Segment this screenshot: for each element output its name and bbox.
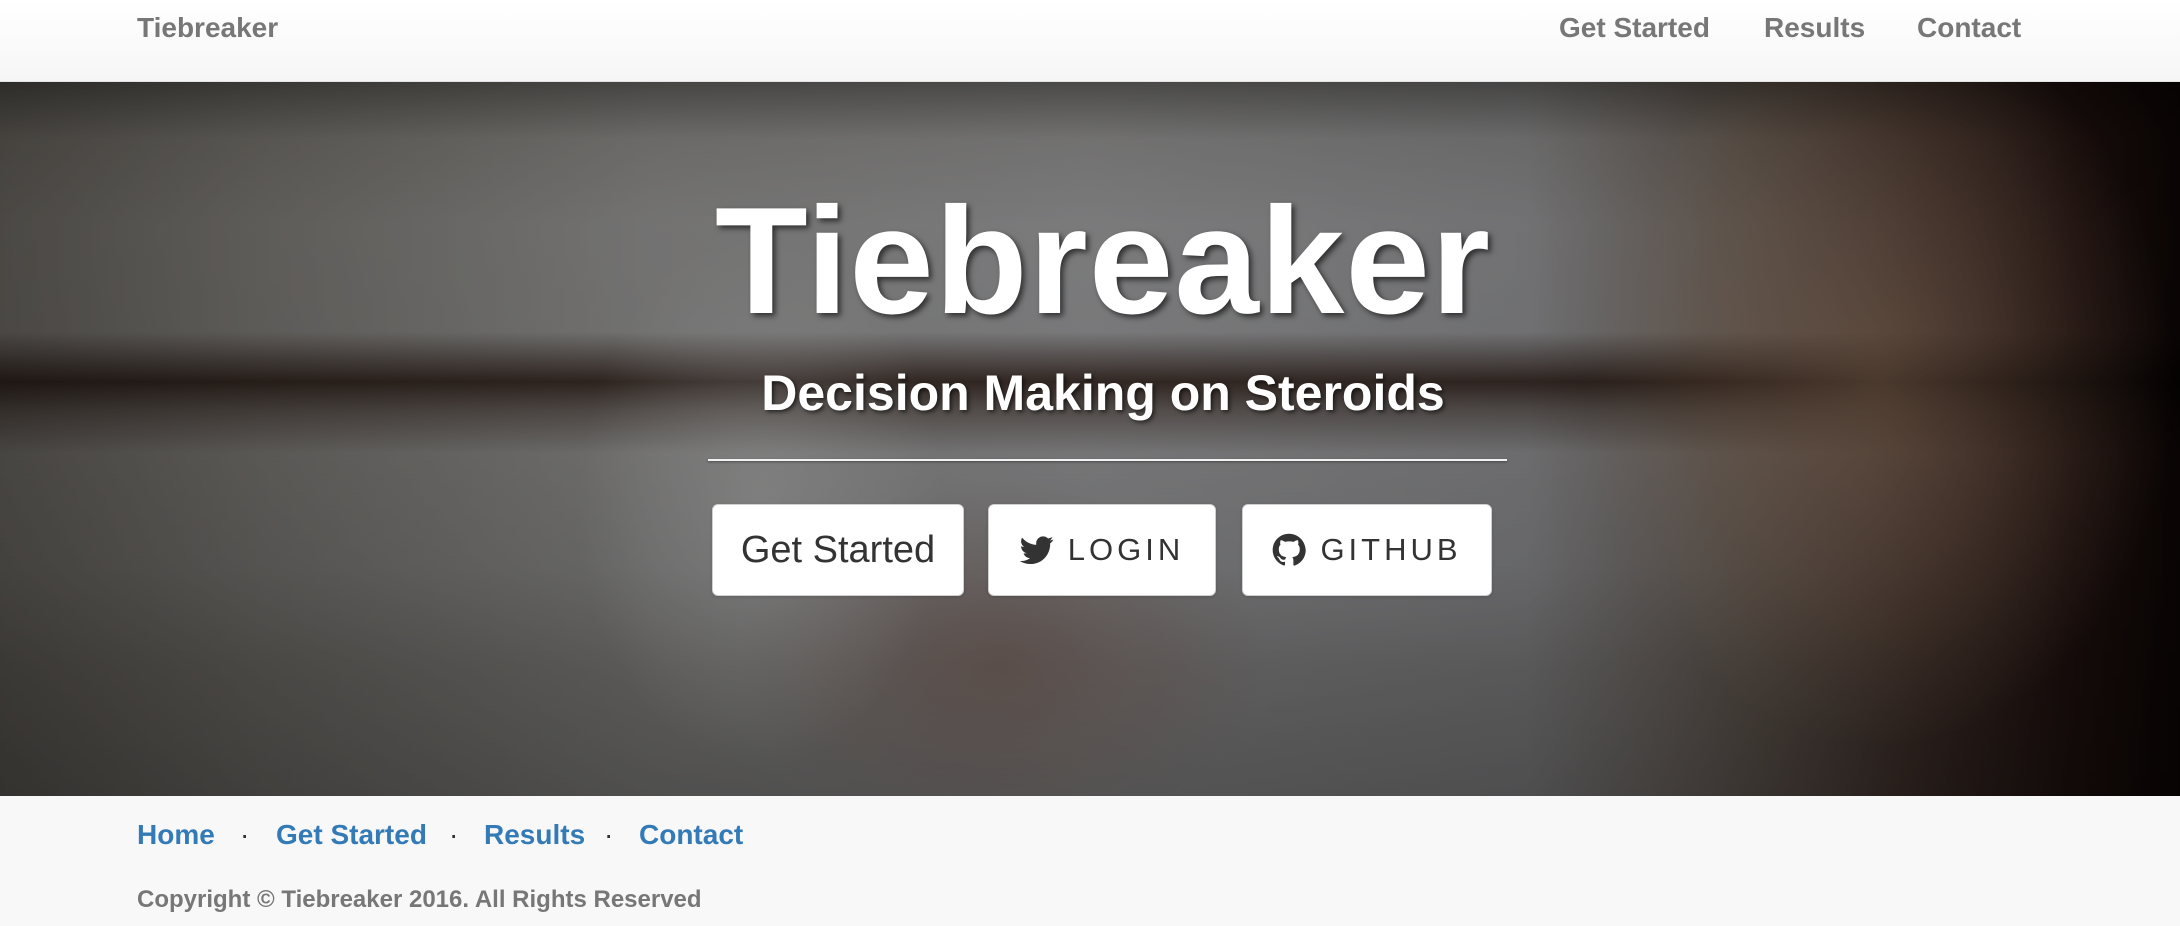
copyright-text: Copyright © Tiebreaker 2016. All Rights …	[137, 886, 702, 913]
login-button[interactable]: LOGIN	[988, 504, 1216, 596]
nav-link-get-started[interactable]: Get Started	[1559, 12, 1710, 44]
nav-link-results[interactable]: Results	[1764, 12, 1865, 44]
footer-link-contact[interactable]: Contact	[639, 819, 743, 851]
github-button[interactable]: GITHUB	[1242, 504, 1492, 596]
twitter-icon	[1019, 533, 1054, 567]
login-button-label: LOGIN	[1067, 532, 1185, 567]
nav-links: Get Started Results Contact	[0, 12, 2180, 52]
footer: Home · Get Started · Results · Contact C…	[0, 796, 2180, 926]
hero-section: Tiebreaker Decision Making on Steroids G…	[0, 82, 2180, 796]
get-started-button[interactable]: Get Started	[712, 504, 964, 596]
footer-separator: ·	[604, 819, 614, 850]
hero-subtitle: Decision Making on Steroids	[761, 365, 1445, 421]
footer-separator: ·	[240, 819, 250, 850]
get-started-button-label: Get Started	[740, 528, 936, 571]
footer-links: Home · Get Started · Results · Contact	[0, 819, 2180, 859]
footer-link-get-started[interactable]: Get Started	[276, 819, 427, 851]
github-button-label: GITHUB	[1320, 532, 1462, 567]
hero-title: Tiebreaker	[714, 176, 1492, 346]
footer-link-home[interactable]: Home	[137, 819, 215, 851]
footer-separator: ·	[449, 819, 459, 850]
top-navbar: Tiebreaker Get Started Results Contact	[0, 0, 2180, 82]
footer-link-results[interactable]: Results	[484, 819, 585, 851]
nav-link-contact[interactable]: Contact	[1917, 12, 2021, 44]
github-icon	[1272, 533, 1307, 567]
hero-divider	[708, 459, 1507, 461]
